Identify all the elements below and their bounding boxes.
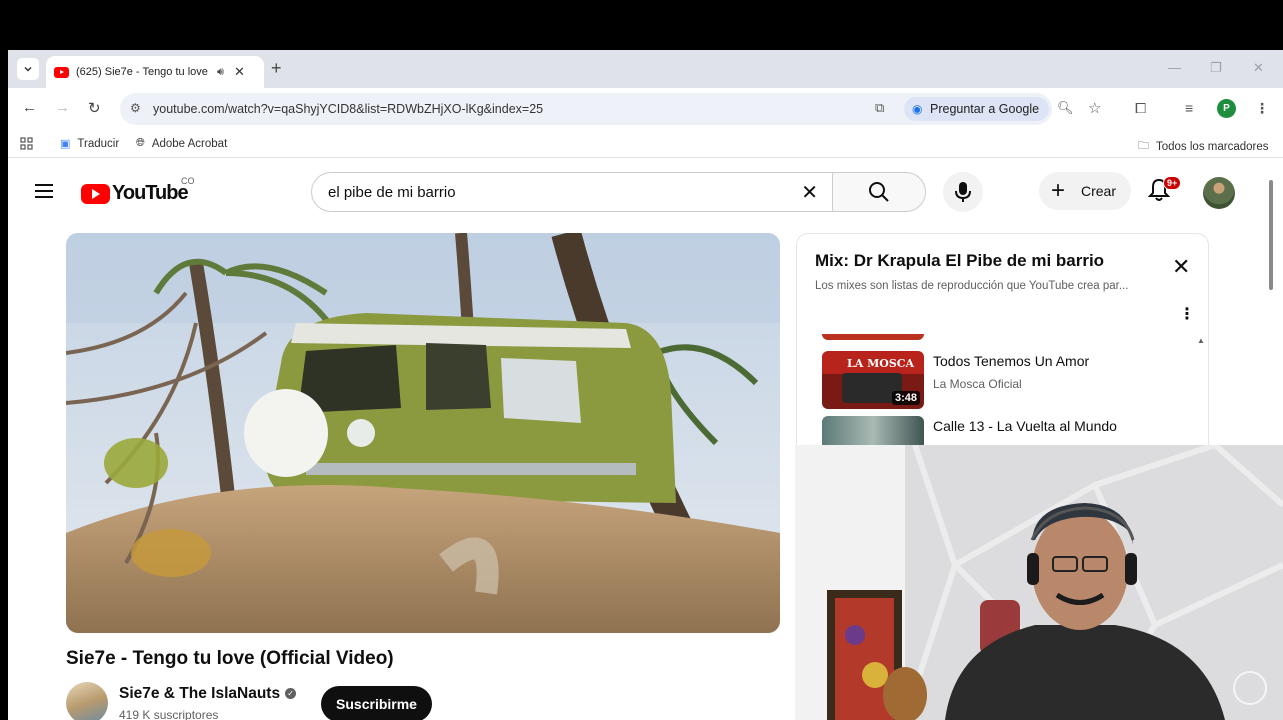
- profile-avatar[interactable]: P: [1217, 99, 1236, 118]
- video-frame: [66, 233, 780, 633]
- apps-grid-icon[interactable]: [20, 137, 33, 150]
- subscribe-button[interactable]: Suscribirme: [321, 686, 432, 720]
- bookmarks-bar: ▣ Traducir 🌐︎ Adobe Acrobat 🗀 Todos los …: [8, 130, 1283, 158]
- subscriber-count: 419 K suscriptores: [119, 708, 219, 720]
- voice-search-button[interactable]: [943, 172, 983, 212]
- country-code: CO: [181, 176, 195, 186]
- lens-icon: ◉: [912, 102, 923, 116]
- tab-strip: (625) Sie7e - Tengo tu love 🔊︎ ✕ + — ❐ ✕: [8, 50, 1283, 88]
- search-query[interactable]: el pibe de mi barrio: [328, 184, 456, 201]
- youtube-logo[interactable]: YouTube CO: [81, 176, 195, 205]
- playlist-item[interactable]: LA MOSCA 3:48 Todos Tenemos Un Amor La M…: [822, 351, 1182, 409]
- webcam-image: [795, 445, 1283, 720]
- close-window-icon[interactable]: ✕: [1253, 60, 1264, 76]
- url-text[interactable]: youtube.com/watch?v=qaShyjYCID8&list=RDW…: [153, 102, 543, 116]
- playlist-thumbnail[interactable]: LA MOSCA 3:48: [822, 351, 924, 409]
- thumbnail-caption: LA MOSCA: [847, 357, 915, 370]
- media-controls-icon[interactable]: ≡: [1185, 100, 1193, 116]
- youtube-wordmark: YouTube: [112, 182, 189, 204]
- tab-search-button[interactable]: [17, 58, 39, 80]
- all-bookmarks-label: Todos los marcadores: [1156, 140, 1269, 153]
- folder-icon: 🗀: [1138, 140, 1149, 152]
- user-avatar[interactable]: [1203, 177, 1235, 209]
- youtube-header: YouTube CO el pibe de mi barrio ✕ + Crea…: [8, 158, 1283, 218]
- video-title: Sie7e - Tengo tu love (Official Video): [66, 648, 394, 669]
- bookmark-star-icon[interactable]: ☆: [1088, 99, 1101, 117]
- video-player[interactable]: [66, 233, 780, 633]
- speaker-icon[interactable]: 🔊︎: [217, 66, 224, 79]
- hamburger-menu-icon[interactable]: [35, 184, 53, 202]
- all-bookmarks-folder[interactable]: 🗀 Todos los marcadores: [1138, 137, 1269, 156]
- playlist-more-icon[interactable]: ⋮: [1179, 304, 1195, 324]
- playlist-item-title[interactable]: Todos Tenemos Un Amor: [933, 353, 1089, 369]
- page-scrollbar[interactable]: [1269, 180, 1273, 290]
- channel-name[interactable]: Sie7e & The IslaNauts: [119, 685, 280, 702]
- microphone-icon: [955, 182, 971, 202]
- translate-icon: ▣: [60, 138, 71, 150]
- zoom-icon[interactable]: 🔍︎: [1057, 100, 1074, 116]
- forward-arrow-icon[interactable]: →: [55, 99, 70, 116]
- playlist-item-channel: La Mosca Oficial: [933, 377, 1022, 391]
- site-info-icon[interactable]: ⚙: [130, 101, 141, 115]
- browser-toolbar: ← → ↻ ⚙ youtube.com/watch?v=qaShyjYCID8&…: [8, 88, 1283, 130]
- bookmark-traducir[interactable]: ▣ Traducir: [60, 137, 120, 151]
- address-bar[interactable]: ⚙ youtube.com/watch?v=qaShyjYCID8&list=R…: [120, 93, 1101, 125]
- minimize-icon[interactable]: —: [1168, 60, 1181, 75]
- google-lens-button[interactable]: ◉ Preguntar a Google: [904, 97, 1050, 121]
- close-tab-icon[interactable]: ✕: [234, 64, 245, 80]
- install-app-icon[interactable]: ⧉: [875, 100, 884, 116]
- more-menu-icon[interactable]: ⋮: [1255, 100, 1269, 117]
- close-playlist-icon[interactable]: ✕: [1172, 256, 1190, 278]
- bookmark-adobe-acrobat[interactable]: 🌐︎ Adobe Acrobat: [136, 137, 227, 150]
- restore-icon[interactable]: ❐: [1210, 60, 1222, 76]
- playlist-subtitle: Los mixes son listas de reproducción que…: [815, 280, 1129, 292]
- channel-name-row[interactable]: Sie7e & The IslaNauts ✓: [119, 685, 297, 703]
- clear-search-icon[interactable]: ✕: [801, 180, 818, 205]
- plus-icon: +: [1051, 177, 1066, 204]
- globe-icon: 🌐︎: [136, 137, 145, 149]
- youtube-play-icon: [81, 183, 110, 204]
- webcam-overlay: [795, 445, 1283, 720]
- youtube-favicon-icon: [54, 66, 69, 78]
- search-icon: [869, 182, 889, 202]
- previous-item-thumbnail[interactable]: [822, 334, 924, 340]
- active-tab[interactable]: (625) Sie7e - Tengo tu love 🔊︎ ✕: [46, 56, 264, 88]
- extensions-icon[interactable]: ⧠: [1135, 100, 1146, 117]
- create-button[interactable]: + Crear: [1039, 172, 1131, 210]
- scroll-up-caret-icon[interactable]: ▲: [1197, 336, 1205, 345]
- google-lens-label: Preguntar a Google: [930, 102, 1040, 116]
- tab-title: (625) Sie7e - Tengo tu love: [76, 66, 208, 78]
- create-label: Crear: [1081, 183, 1117, 199]
- video-duration: 3:48: [891, 391, 920, 405]
- channel-avatar[interactable]: [66, 682, 108, 720]
- back-arrow-icon[interactable]: ←: [22, 99, 37, 116]
- search-button[interactable]: [832, 172, 926, 212]
- chevron-down-icon: [24, 66, 32, 72]
- bookmark-label: Adobe Acrobat: [151, 137, 228, 150]
- verified-check-icon: ✓: [285, 688, 297, 700]
- reload-icon[interactable]: ↻: [88, 99, 101, 117]
- bookmark-label: Traducir: [77, 137, 120, 150]
- new-tab-button[interactable]: +: [271, 59, 282, 77]
- notification-badge: 9+: [1163, 176, 1182, 190]
- playlist-title[interactable]: Mix: Dr Krapula El Pibe de mi barrio: [815, 251, 1104, 271]
- search-input[interactable]: el pibe de mi barrio ✕: [311, 172, 832, 212]
- playlist-item-title[interactable]: Calle 13 - La Vuelta al Mundo: [933, 418, 1117, 434]
